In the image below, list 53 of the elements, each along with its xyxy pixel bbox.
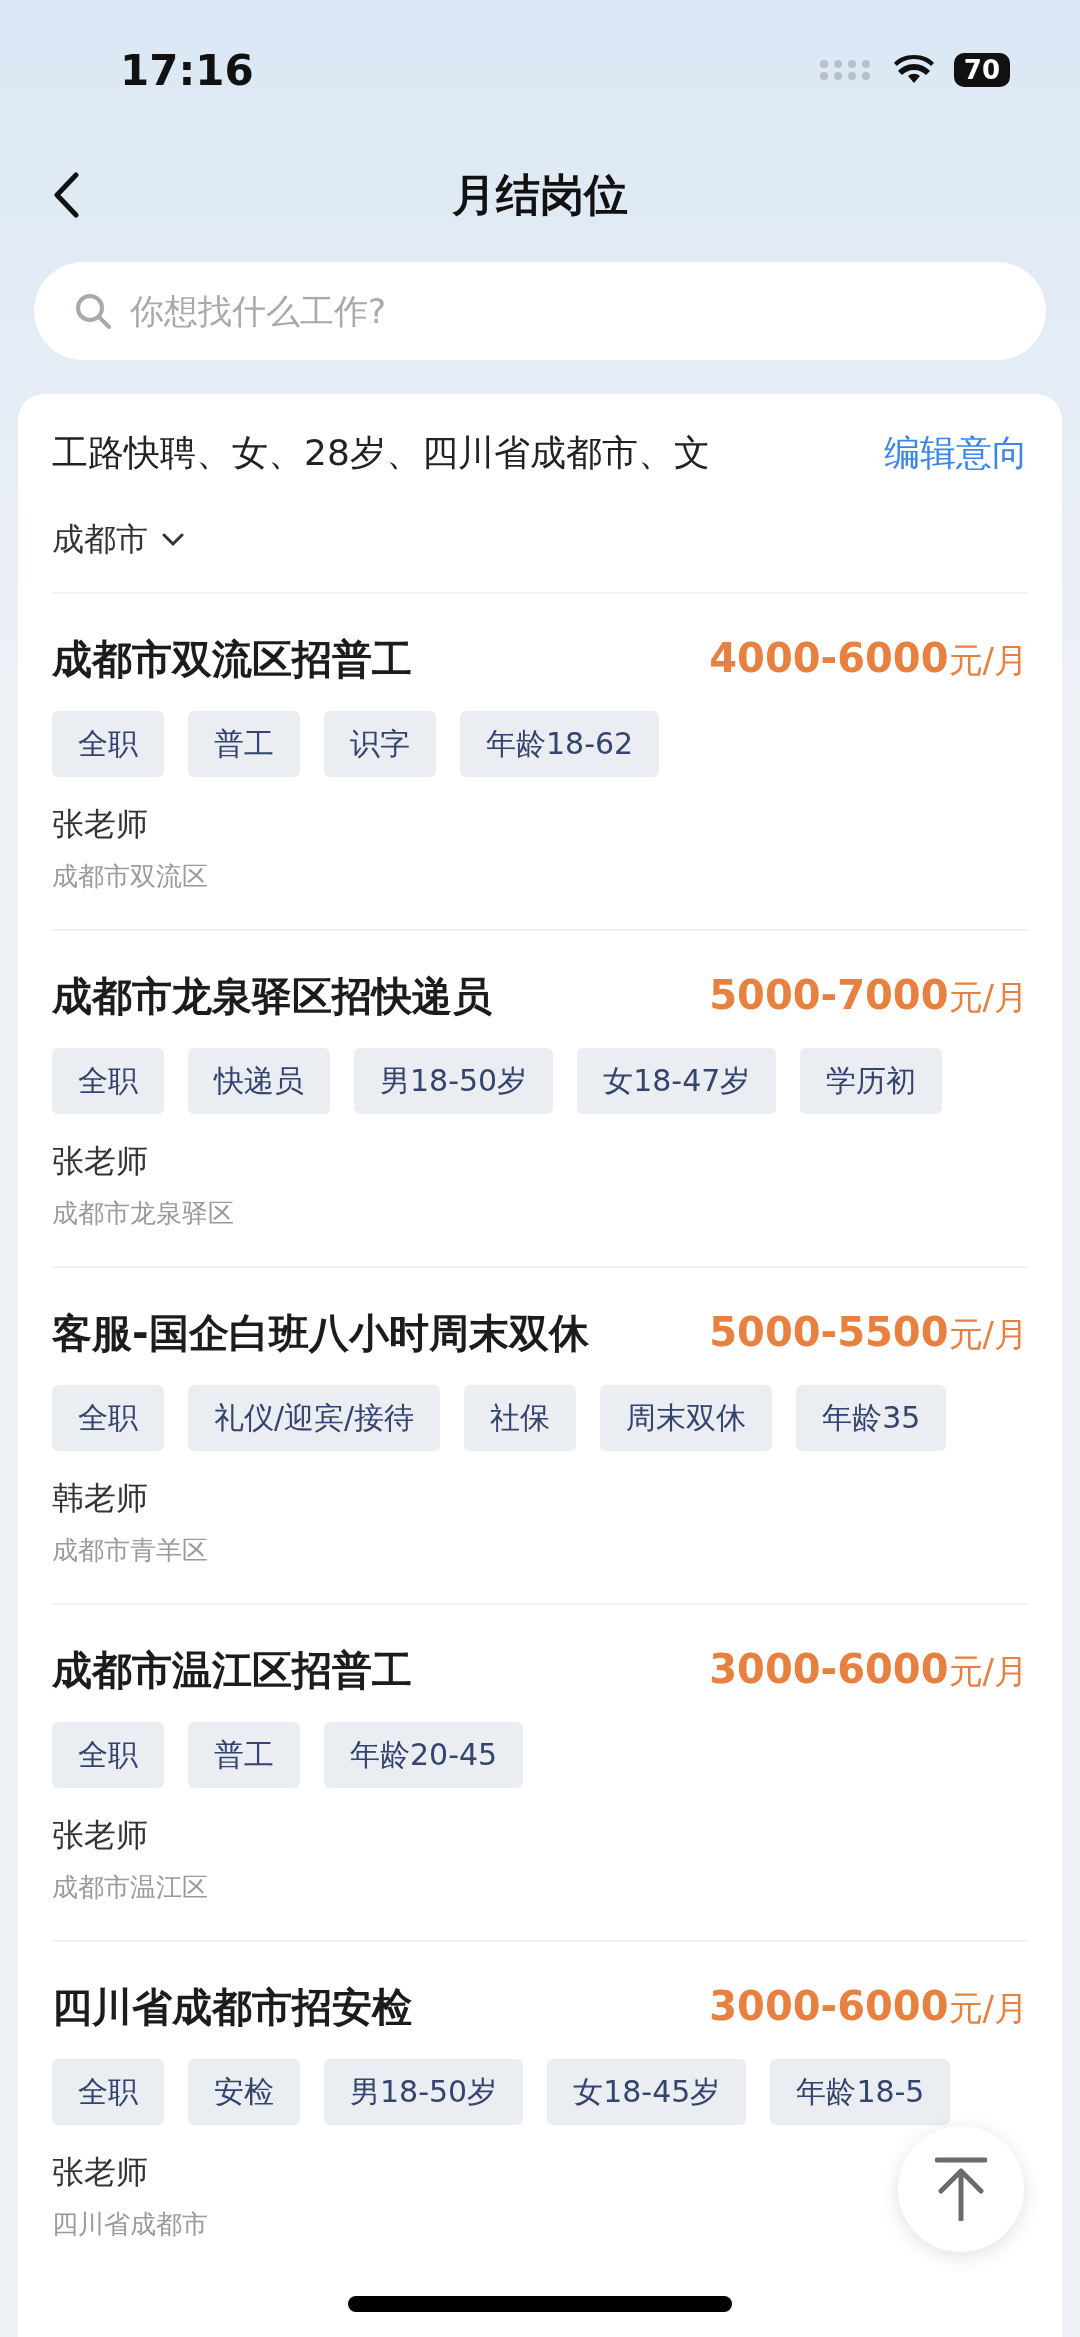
back-icon[interactable] — [52, 172, 80, 218]
edit-intent-link[interactable]: 编辑意向 — [884, 428, 1028, 478]
battery-indicator: 70 — [953, 53, 1010, 87]
salary: 3000-6000元/月 — [709, 1983, 1028, 2031]
job-tag: 普工 — [188, 1722, 300, 1788]
job-tag: 普工 — [188, 711, 300, 777]
job-title[interactable]: 客服-国企白班八小时周末双休 — [52, 1306, 589, 1361]
job-tag: 年龄20-45 — [324, 1722, 524, 1788]
job-tag: 周末双休 — [600, 1385, 773, 1451]
contact-name: 张老师 — [52, 2152, 148, 2193]
job-location: 成都市龙泉驿区 — [52, 1197, 234, 1230]
job-tag: 全职 — [52, 1722, 164, 1788]
job-tag: 女18-45岁 — [547, 2059, 747, 2125]
search-field[interactable]: 你想找什么工作? — [34, 262, 1046, 360]
job-tag: 识字 — [324, 711, 436, 777]
job-tag: 年龄35 — [796, 1385, 947, 1451]
job-location: 成都市双流区 — [52, 860, 208, 893]
job-tag: 年龄18-62 — [460, 711, 660, 777]
salary: 5000-5500元/月 — [709, 1309, 1028, 1357]
job-tag: 安检 — [188, 2059, 300, 2125]
intent-summary: 工路快聘、女、28岁、四川省成都市、文 — [52, 430, 711, 475]
job-tag: 社保 — [464, 1385, 577, 1451]
contact-name: 韩老师 — [52, 1478, 148, 1519]
salary: 3000-6000元/月 — [709, 1646, 1028, 1694]
status-time: 17:16 — [120, 45, 254, 95]
job-tag: 礼仪/迎宾/接待 — [188, 1385, 441, 1451]
job-location: 成都市温江区 — [52, 1871, 208, 1904]
job-tag: 快递员 — [188, 1048, 330, 1114]
job-title[interactable]: 成都市龙泉驿区招快递员 — [52, 969, 492, 1024]
city-dropdown[interactable]: 成都市 — [52, 510, 184, 570]
job-tag: 全职 — [52, 1048, 164, 1114]
job-tag: 男18-50岁 — [324, 2059, 524, 2125]
job-title[interactable]: 四川省成都市招安检 — [52, 1980, 412, 2035]
chevron-down-icon — [162, 533, 184, 547]
page-title: 月结岗位 — [452, 167, 628, 222]
salary: 5000-7000元/月 — [709, 972, 1028, 1020]
job-tag: 男18-50岁 — [354, 1048, 554, 1114]
wifi-icon — [893, 55, 934, 85]
job-location: 四川省成都市 — [52, 2208, 208, 2241]
job-tag: 全职 — [52, 711, 164, 777]
job-title[interactable]: 成都市双流区招普工 — [52, 632, 412, 687]
job-tag: 全职 — [52, 2059, 164, 2125]
arrow-up-icon — [935, 2157, 987, 2221]
job-title[interactable]: 成都市温江区招普工 — [52, 1643, 412, 1698]
job-tag: 女18-47岁 — [577, 1048, 777, 1114]
job-tag: 年龄18-5 — [770, 2059, 951, 2125]
contact-name: 张老师 — [52, 1141, 148, 1182]
contact-name: 张老师 — [52, 1815, 148, 1856]
job-tag: 学历初 — [800, 1048, 943, 1114]
job-tag: 全职 — [52, 1385, 164, 1451]
job-location: 成都市青羊区 — [52, 1534, 208, 1567]
contact-name: 张老师 — [52, 804, 148, 845]
salary: 4000-6000元/月 — [709, 635, 1028, 683]
